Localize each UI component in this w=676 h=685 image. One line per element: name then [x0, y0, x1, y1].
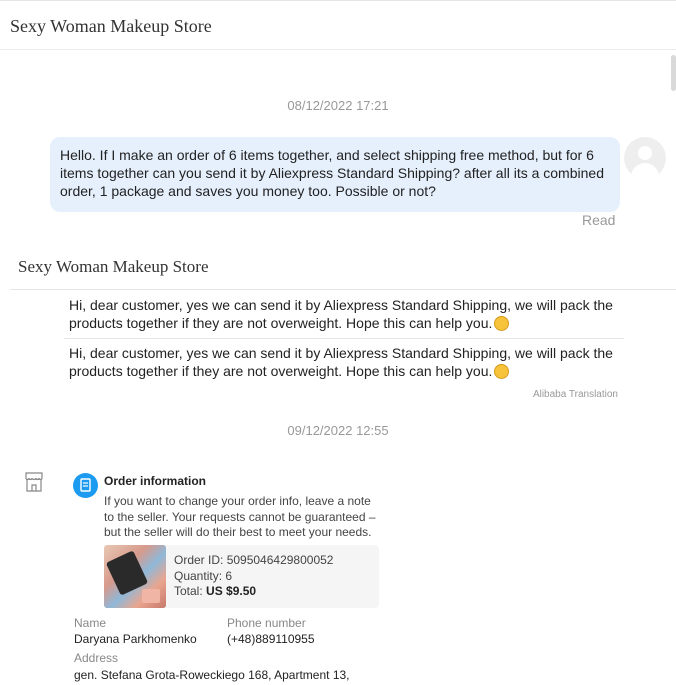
- seller-message-text: Hi, dear customer, yes we can send it by…: [69, 345, 613, 379]
- divider: [10, 289, 676, 290]
- outgoing-message-bubble: Hello. If I make an order of 6 items tog…: [50, 137, 620, 212]
- product-thumbnail: [104, 545, 166, 608]
- order-card-title: Order information: [104, 474, 207, 488]
- translation-note: Alibaba Translation: [532, 389, 618, 400]
- name-label: Name: [74, 616, 107, 630]
- order-summary[interactable]: Order ID: 5095046429800052 Quantity: 6 T…: [104, 545, 379, 608]
- smile-emoji-icon: [494, 364, 510, 379]
- divider: [64, 338, 624, 339]
- phone-label: Phone number: [227, 616, 306, 630]
- seller-message-original: Hi, dear customer, yes we can send it by…: [69, 296, 624, 332]
- user-avatar-icon: [624, 137, 666, 179]
- order-id-row: Order ID: 5095046429800052: [174, 553, 333, 567]
- chat-header: Sexy Woman Makeup Store: [0, 0, 676, 50]
- scrollbar-thumb[interactable]: [671, 55, 676, 91]
- store-title: Sexy Woman Makeup Store: [10, 16, 212, 36]
- quantity-label: Quantity:: [174, 569, 223, 583]
- phone-value: (+48)889110955: [227, 632, 315, 646]
- timestamp: 08/12/2022 17:21: [287, 98, 389, 113]
- order-id-label: Order ID:: [174, 553, 224, 567]
- seller-name: Sexy Woman Makeup Store: [18, 257, 209, 276]
- address-value: gen. Stefana Grota-Roweckiego 168, Apart…: [74, 668, 350, 682]
- timestamp: 09/12/2022 12:55: [287, 423, 389, 438]
- store-icon: [25, 472, 43, 492]
- total-label: Total:: [174, 584, 203, 598]
- quantity-row: Quantity: 6: [174, 569, 232, 583]
- seller-message-translated: Hi, dear customer, yes we can send it by…: [69, 344, 624, 380]
- order-id-value: 5095046429800052: [226, 553, 334, 567]
- order-document-icon: [73, 473, 98, 498]
- name-value: Daryana Parkhomenko: [74, 632, 197, 646]
- smile-emoji-icon: [494, 316, 510, 331]
- read-status: Read: [582, 212, 616, 228]
- address-label: Address: [74, 651, 119, 665]
- total-value: US $9.50: [206, 584, 257, 598]
- seller-message-text: Hi, dear customer, yes we can send it by…: [69, 297, 613, 331]
- total-row: Total: US $9.50: [174, 584, 256, 598]
- quantity-value: 6: [225, 569, 233, 583]
- order-card-description: If you want to change your order info, l…: [104, 494, 376, 539]
